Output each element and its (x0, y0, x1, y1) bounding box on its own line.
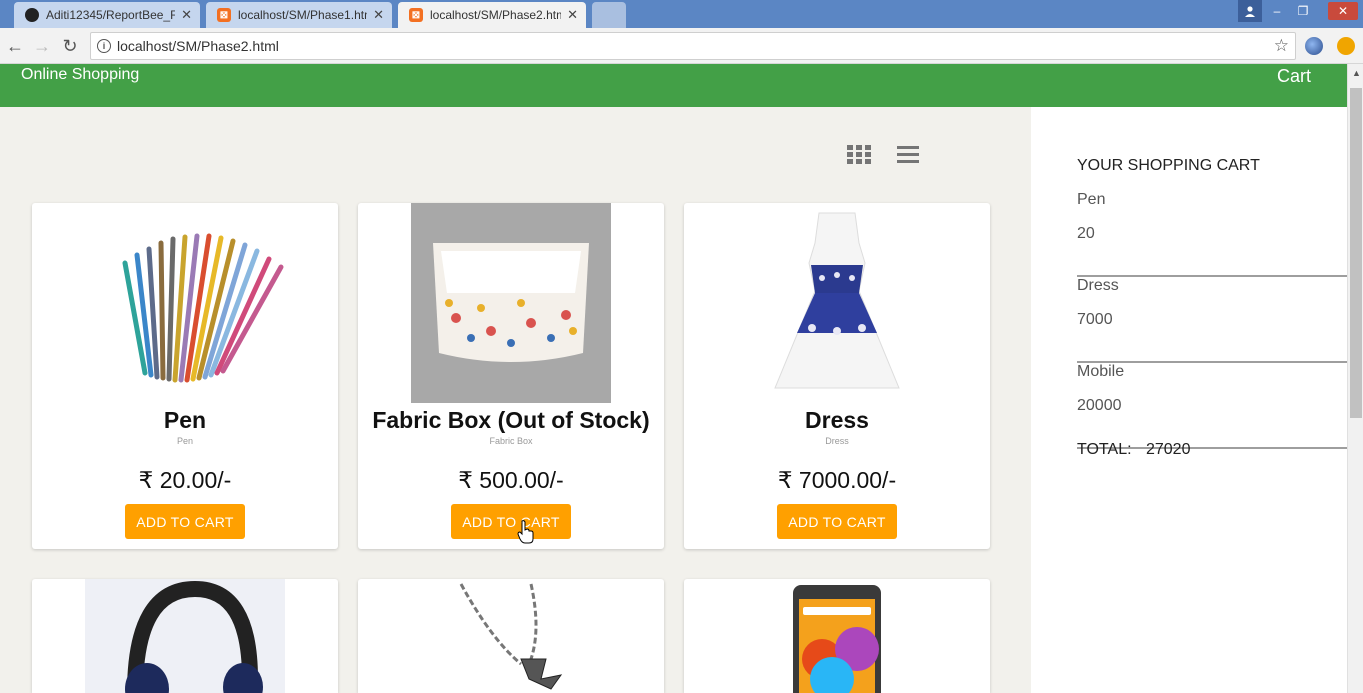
add-to-cart-button[interactable]: ADD TO CART (777, 504, 897, 539)
grid-view-icon[interactable] (846, 142, 872, 166)
product-price: ₹ 7000.00/- (777, 467, 897, 493)
back-icon[interactable]: ← (3, 34, 27, 58)
user-icon[interactable] (1238, 0, 1262, 22)
minimize-icon[interactable]: – (1266, 0, 1288, 22)
list-view-icon[interactable] (895, 142, 921, 166)
page-scrollbar[interactable]: ▲ (1347, 64, 1363, 693)
shopping-cart-panel: YOUR SHOPPING CART Pen 20 Dress 7000 Mob… (1031, 107, 1347, 693)
cart-total-value: 27020 (1145, 441, 1191, 458)
product-card: Dress Dress ₹ 7000.00/- ADD TO CART (684, 203, 990, 549)
product-name: Fabric Box (Out of Stock) (372, 407, 650, 433)
xampp-icon: ⊠ (408, 7, 424, 23)
xampp-icon: ⊠ (216, 7, 232, 23)
cart-total: TOTAL: 27020 (1077, 441, 1190, 459)
forward-icon[interactable]: → (30, 34, 54, 58)
product-card: Fabric Box (Out of Stock) Fabric Box ₹ 5… (358, 203, 664, 549)
product-card: Pen Pen ₹ 20.00/- ADD TO CART (32, 203, 338, 549)
url-text: localhost/SM/Phase2.html (117, 38, 279, 54)
cart-item-name: Dress (1077, 277, 1119, 294)
browser-tabstrip: Aditi12345/ReportBee_F ✕ ⊠ localhost/SM/… (0, 0, 1363, 28)
cart-item-price: 20000 (1077, 397, 1122, 414)
mobile-image (737, 579, 937, 693)
headphones-image (85, 579, 285, 693)
product-subtitle: Pen (176, 436, 193, 446)
add-to-cart-button[interactable]: ADD TO CART (451, 504, 571, 539)
product-name: Dress (805, 407, 869, 433)
cart-item-name: Mobile (1077, 363, 1125, 380)
product-card (32, 579, 338, 693)
add-to-cart-button[interactable]: ADD TO CART (125, 504, 245, 539)
dress-image (737, 203, 937, 403)
hand-cursor-icon (517, 520, 535, 544)
product-price: ₹ 20.00/- (138, 467, 232, 493)
cart-link[interactable]: Cart (1277, 66, 1311, 87)
tab-label: Aditi12345/ReportBee_F (46, 8, 176, 22)
product-subtitle: Dress (825, 436, 849, 446)
cart-title: YOUR SHOPPING CART (1077, 157, 1260, 174)
product-card (684, 579, 990, 693)
cart-item-name: Pen (1077, 191, 1106, 208)
cart-item: Pen 20 (1077, 191, 1347, 277)
alert-icon[interactable] (1337, 37, 1355, 55)
github-icon (24, 7, 40, 23)
address-bar[interactable]: i localhost/SM/Phase2.html ☆ (90, 32, 1296, 60)
new-tab-button[interactable] (592, 2, 626, 28)
product-price: ₹ 500.00/- (458, 467, 564, 493)
bookmark-star-icon[interactable]: ☆ (1274, 36, 1289, 56)
close-icon[interactable]: ✕ (373, 7, 384, 23)
tab-label: localhost/SM/Phase2.htm (430, 8, 562, 22)
product-subtitle: Fabric Box (489, 436, 533, 446)
tab-phase1[interactable]: ⊠ localhost/SM/Phase1.htm ✕ (206, 2, 392, 28)
extension-icon[interactable] (1305, 37, 1323, 55)
cart-item-price: 7000 (1077, 311, 1113, 328)
site-header: Online Shopping Cart (0, 64, 1347, 107)
product-name: Pen (163, 407, 207, 433)
info-icon[interactable]: i (97, 39, 111, 53)
fabric-box-image (411, 203, 611, 403)
site-title: Online Shopping (21, 66, 140, 83)
reload-icon[interactable]: ↻ (58, 34, 82, 58)
product-card (358, 579, 664, 693)
close-window-icon[interactable]: ✕ (1328, 2, 1358, 20)
cart-item: Mobile 20000 (1077, 363, 1347, 449)
tab-github[interactable]: Aditi12345/ReportBee_F ✕ (14, 2, 200, 28)
pen-image (85, 203, 285, 403)
necklace-image (411, 579, 611, 693)
close-icon[interactable]: ✕ (567, 7, 578, 23)
tab-label: localhost/SM/Phase1.htm (238, 8, 368, 22)
scroll-thumb[interactable] (1350, 88, 1362, 418)
cart-item-price: 20 (1077, 225, 1095, 242)
cart-total-label: TOTAL: (1077, 441, 1132, 458)
close-icon[interactable]: ✕ (181, 7, 192, 23)
cart-item: Dress 7000 (1077, 277, 1347, 363)
browser-toolbar: ← → ↻ i localhost/SM/Phase2.html ☆ (0, 28, 1363, 64)
restore-icon[interactable]: ❐ (1292, 0, 1314, 22)
scroll-up-icon[interactable]: ▲ (1352, 68, 1361, 78)
tab-phase2[interactable]: ⊠ localhost/SM/Phase2.htm ✕ (398, 2, 586, 28)
